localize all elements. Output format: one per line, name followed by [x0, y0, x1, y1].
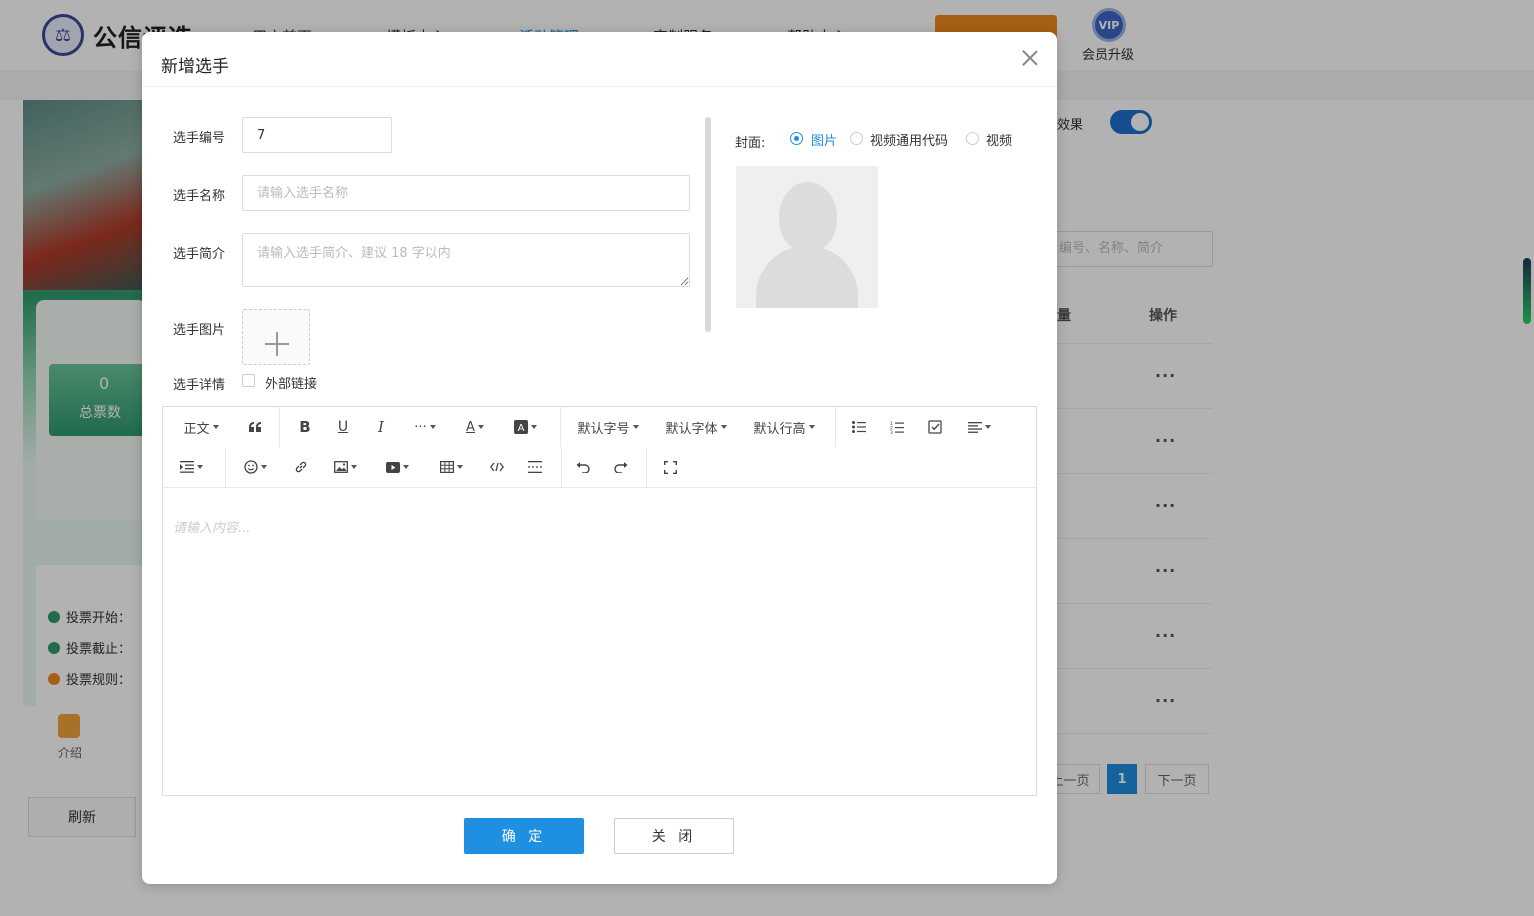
external-link-label[interactable]: 外部链接 [265, 373, 317, 392]
image-upload-button[interactable] [242, 309, 310, 365]
toolbar-divider [561, 448, 562, 488]
todo-checkbox-icon[interactable] [923, 415, 947, 439]
editor-placeholder: 请输入内容... [173, 521, 251, 536]
image-icon[interactable] [329, 455, 361, 479]
player-number-input[interactable] [242, 117, 392, 153]
svg-text:A: A [517, 423, 524, 434]
add-player-dialog: 新增选手 选手编号 选手名称 选手简介 选手图片 选手详情 外部链接 封面: 图… [142, 32, 1057, 884]
player-name-label: 选手名称 [173, 189, 226, 204]
cover-radio-image[interactable] [790, 132, 803, 145]
underline-icon[interactable]: U [331, 415, 355, 439]
redo-icon[interactable] [609, 455, 633, 479]
italic-icon[interactable]: I [369, 415, 393, 439]
close-icon[interactable] [1018, 46, 1042, 70]
font-size-dropdown[interactable]: 默认字号 [573, 415, 643, 439]
undo-icon[interactable] [571, 455, 595, 479]
player-number-label: 选手编号 [173, 131, 226, 146]
player-detail-label: 选手详情 [173, 378, 226, 393]
toolbar-divider [835, 407, 836, 447]
code-icon[interactable] [485, 455, 509, 479]
background-color-icon[interactable]: A [509, 415, 541, 439]
font-color-icon[interactable]: A [459, 415, 491, 439]
cover-image-placeholder[interactable] [736, 166, 878, 308]
cover-option-image[interactable]: 图片 [811, 130, 837, 149]
bold-icon[interactable]: B [293, 415, 317, 439]
external-link-checkbox[interactable] [242, 374, 255, 387]
toolbar-divider [560, 407, 561, 447]
dialog-title: 新增选手 [161, 57, 229, 77]
svg-text:3: 3 [890, 430, 893, 434]
rich-text-editor: 正文 B U I ··· A A 默认字号 默认字体 默认行高 123 请输入内… [162, 406, 1037, 796]
editor-content-area[interactable]: 请输入内容... [163, 488, 1036, 795]
indent-icon[interactable] [175, 455, 207, 479]
form-scrollbar[interactable] [705, 117, 711, 332]
player-image-label: 选手图片 [173, 323, 226, 338]
emoji-icon[interactable] [239, 455, 271, 479]
more-styles-icon[interactable]: ··· [407, 415, 443, 439]
bullet-list-icon[interactable] [847, 415, 871, 439]
toolbar-divider [279, 407, 280, 447]
dialog-header: 新增选手 [142, 32, 1057, 87]
player-intro-label: 选手简介 [173, 247, 226, 262]
avatar-body [756, 246, 858, 308]
close-button[interactable]: 关 闭 [614, 818, 734, 854]
toolbar-divider [646, 448, 647, 488]
font-family-dropdown[interactable]: 默认字体 [661, 415, 731, 439]
fullscreen-icon[interactable] [658, 455, 682, 479]
cover-label: 封面: [735, 136, 766, 151]
table-icon[interactable] [435, 455, 467, 479]
cover-option-video[interactable]: 视频 [986, 130, 1012, 149]
avatar-head [779, 182, 837, 252]
video-icon[interactable] [381, 455, 413, 479]
quote-icon[interactable] [243, 415, 267, 439]
player-intro-textarea[interactable] [242, 233, 690, 287]
player-name-input[interactable] [242, 175, 690, 211]
cover-radio-video-code[interactable] [850, 132, 863, 145]
cover-option-video-code[interactable]: 视频通用代码 [870, 130, 948, 149]
numbered-list-icon[interactable]: 123 [885, 415, 909, 439]
text-align-icon[interactable] [963, 415, 995, 439]
divider-line-icon[interactable] [523, 455, 547, 479]
line-height-dropdown[interactable]: 默认行高 [749, 415, 819, 439]
confirm-button[interactable]: 确 定 [464, 818, 584, 854]
toolbar-divider [225, 448, 226, 488]
link-icon[interactable] [289, 455, 313, 479]
cover-radio-video[interactable] [966, 132, 979, 145]
paragraph-style-dropdown[interactable]: 正文 [173, 415, 229, 439]
editor-toolbar: 正文 B U I ··· A A 默认字号 默认字体 默认行高 123 [163, 407, 1036, 488]
